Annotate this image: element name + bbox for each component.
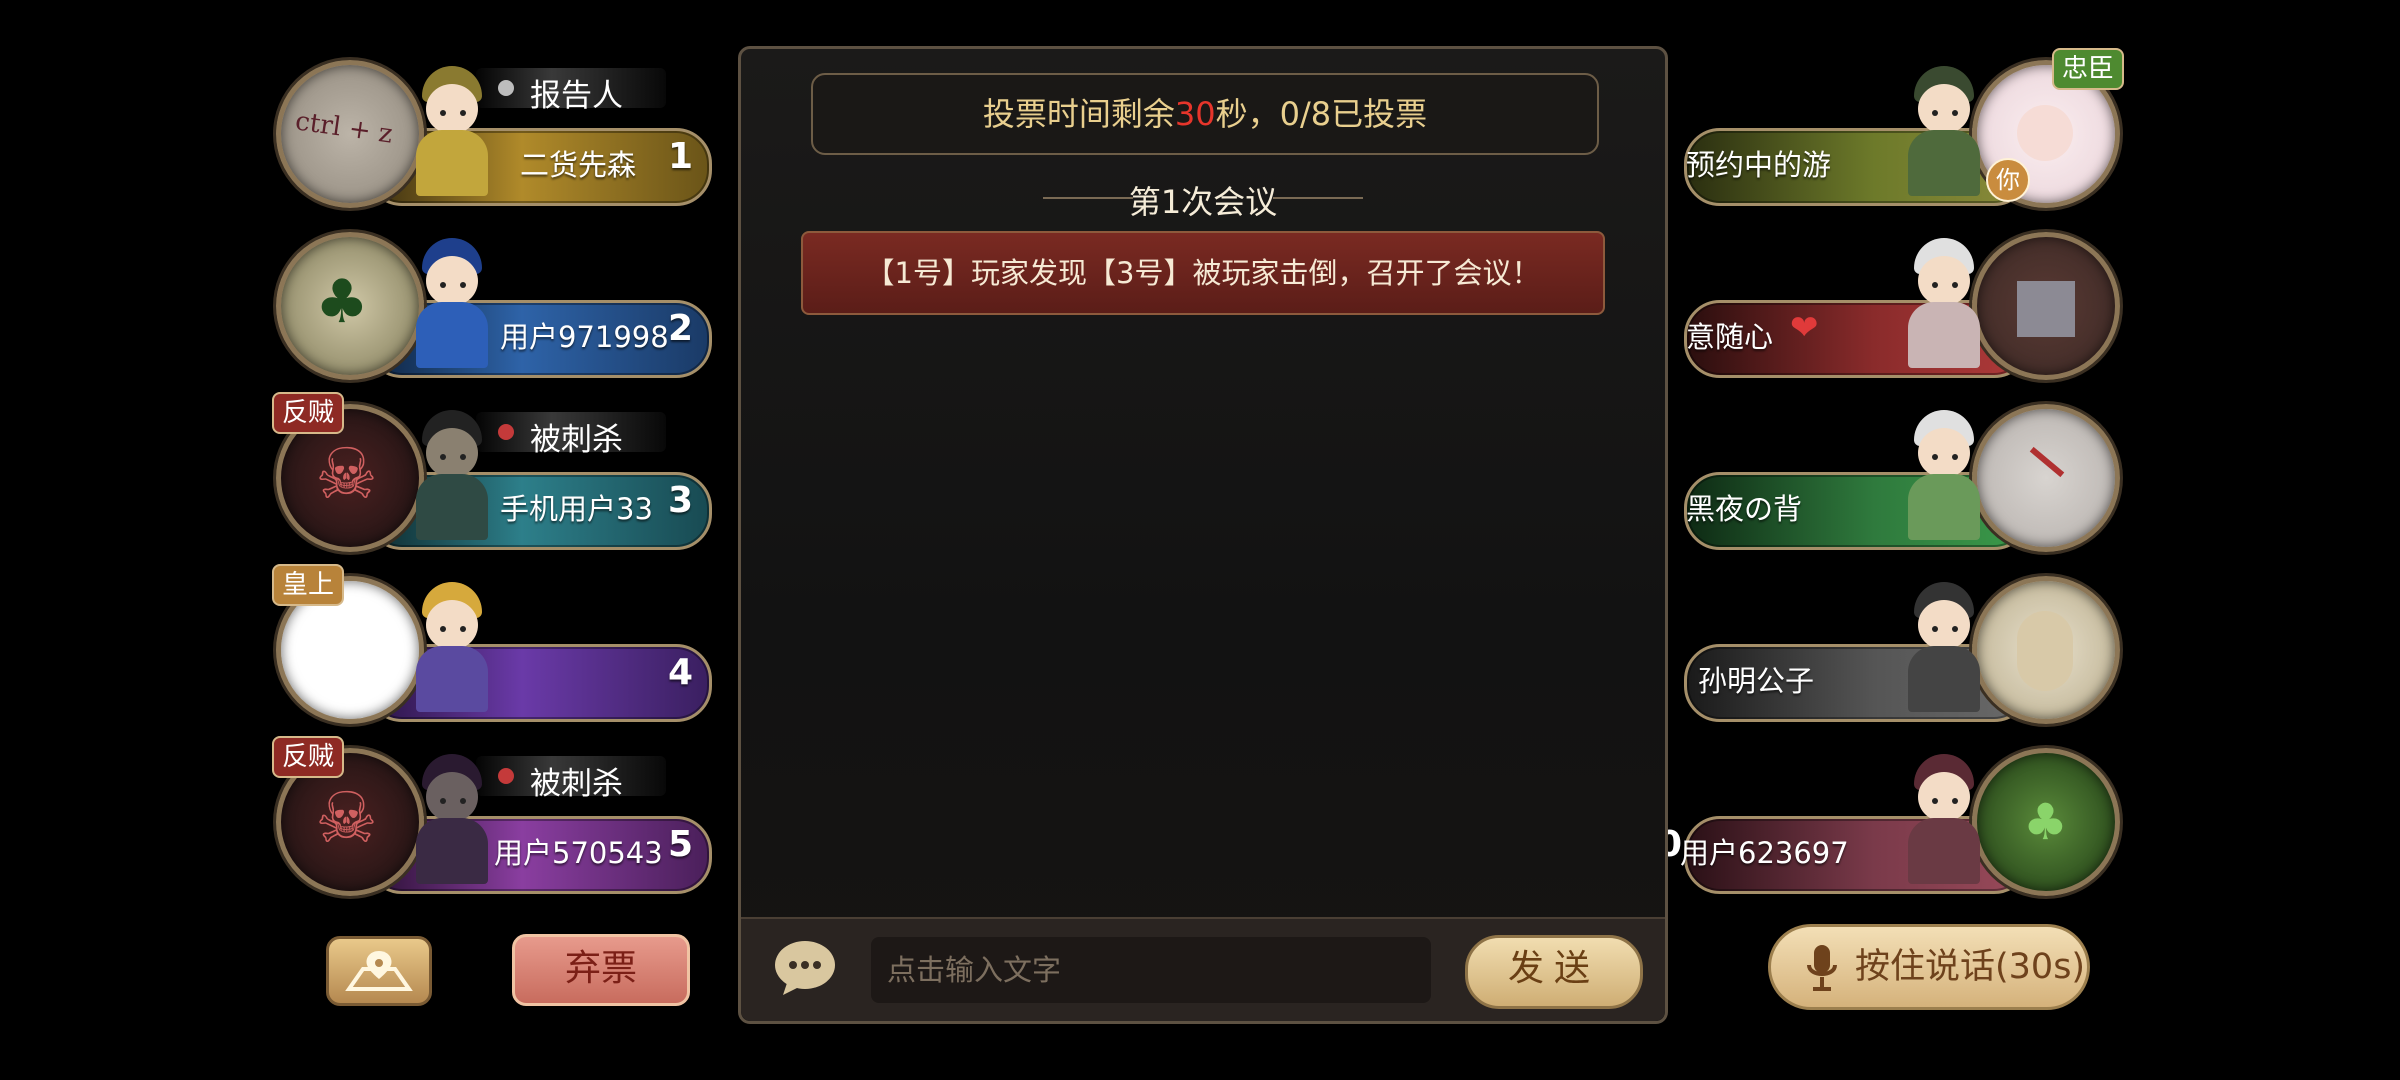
flower-icon: [498, 424, 514, 440]
player-slot-4[interactable]: 皇上 4: [272, 564, 776, 724]
avatar[interactable]: ctrl + z: [276, 60, 424, 208]
meeting-panel: 投票时间剩余30秒，0/8已投票 第1次会议 【1号】玩家发现【3号】被玩家击倒…: [738, 46, 1668, 1024]
character-sprite: [1904, 238, 1984, 370]
player-name: 用户971998: [500, 320, 669, 354]
map-button[interactable]: [326, 936, 432, 1006]
tag-text: 被刺杀: [530, 422, 623, 458]
clover-icon: ♣: [315, 267, 369, 337]
player-name: 用户623697: [1680, 836, 1849, 870]
timer-suffix: 秒，0/8已投票: [1215, 95, 1428, 133]
player-slot-9[interactable]: 孙明公子 9: [1620, 570, 2120, 724]
anime-portrait: [2017, 611, 2073, 691]
avatar-thumbnail: [2029, 446, 2065, 478]
you-badge: 你: [1986, 158, 2030, 202]
avatar-handwriting: ctrl + z: [293, 106, 395, 150]
avatar[interactable]: [1972, 404, 2120, 552]
killed-tag: 被刺杀: [476, 412, 666, 458]
player-number: 2: [668, 308, 694, 349]
timer-seconds: 30: [1174, 95, 1216, 133]
role-badge: 皇上: [272, 564, 345, 606]
player-number: 4: [668, 652, 694, 693]
player-number: 1: [668, 136, 694, 177]
character-sprite: [412, 754, 492, 886]
character-sprite: [412, 582, 492, 714]
player-name: 黑夜の背: [1686, 492, 1803, 526]
player-name: 二货先森: [520, 148, 637, 182]
reporter-tag: 报告人: [476, 68, 666, 114]
player-number: 5: [668, 824, 694, 865]
player-slot-7[interactable]: 意随心 ❤ 7: [1620, 226, 2120, 380]
microphone-icon: [1807, 945, 1837, 991]
player-name: 用户570543: [494, 836, 663, 870]
role-badge: 反贼: [272, 736, 345, 778]
player-name: 孙明公子: [1698, 664, 1815, 698]
vote-timer: 投票时间剩余30秒，0/8已投票: [811, 73, 1599, 155]
tag-text: 被刺杀: [530, 766, 623, 802]
push-to-talk-label: 按住说话(30s): [1855, 947, 2086, 987]
tag-text: 报告人: [530, 78, 623, 114]
avatar-thumbnail: [2017, 281, 2075, 337]
clover-icon: ♣: [2023, 793, 2068, 851]
skull-icon: ☠: [315, 777, 378, 859]
player-name: 手机用户33: [500, 492, 653, 526]
skull-icon: ☠: [315, 433, 378, 515]
flower-icon: [498, 768, 514, 784]
avatar[interactable]: ♣: [1972, 748, 2120, 896]
player-slot-10[interactable]: ♣ 用户623697 10: [1620, 742, 2120, 896]
character-sprite: [1904, 754, 1984, 886]
chat-input[interactable]: [871, 937, 1431, 1003]
player-name: 意随心: [1686, 320, 1774, 354]
abstain-button[interactable]: 弃票: [512, 934, 690, 1006]
role-badge: 忠臣: [2051, 48, 2124, 90]
player-slot-5[interactable]: 被刺杀 ☠ 反贼 用户570543 5: [272, 736, 776, 896]
character-sprite: [412, 410, 492, 542]
player-name: 预约中的游: [1686, 148, 1832, 182]
chat-bar: 发送: [741, 917, 1665, 1021]
player-slot-3[interactable]: 被刺杀 ☠ 反贼 手机用户33 3: [272, 392, 776, 552]
role-badge: 反贼: [272, 392, 345, 434]
character-sprite: [1904, 410, 1984, 542]
avatar[interactable]: [1972, 576, 2120, 724]
player-slot-8[interactable]: 黑夜の背 8: [1620, 398, 2120, 552]
avatar[interactable]: [1972, 232, 2120, 380]
meeting-notice: 【1号】玩家发现【3号】被玩家击倒，召开了会议！: [801, 231, 1605, 315]
player-slot-2[interactable]: ♣ 用户971998 2: [276, 226, 776, 380]
anime-portrait: [2017, 105, 2073, 161]
heart-icon: ❤: [1790, 308, 1819, 348]
character-sprite: [412, 238, 492, 370]
flower-icon: [498, 80, 514, 96]
avatar[interactable]: ♣: [276, 232, 424, 380]
chat-bubble-icon[interactable]: [773, 939, 837, 997]
player-slot-1[interactable]: 报告人 ctrl + z 二货先森 1: [276, 54, 776, 208]
character-sprite: [1904, 66, 1984, 198]
character-sprite: [1904, 582, 1984, 714]
player-slot-6[interactable]: 忠臣 你 预约中的游 6: [1620, 48, 2124, 208]
killed-tag: 被刺杀: [476, 756, 666, 802]
map-pin-icon: [345, 951, 413, 991]
timer-prefix: 投票时间剩余: [982, 95, 1175, 133]
send-button[interactable]: 发送: [1465, 935, 1643, 1009]
player-number: 3: [668, 480, 694, 521]
push-to-talk-button[interactable]: 按住说话(30s): [1768, 924, 2090, 1010]
character-sprite: [412, 66, 492, 198]
meeting-title: 第1次会议: [1128, 183, 1278, 221]
